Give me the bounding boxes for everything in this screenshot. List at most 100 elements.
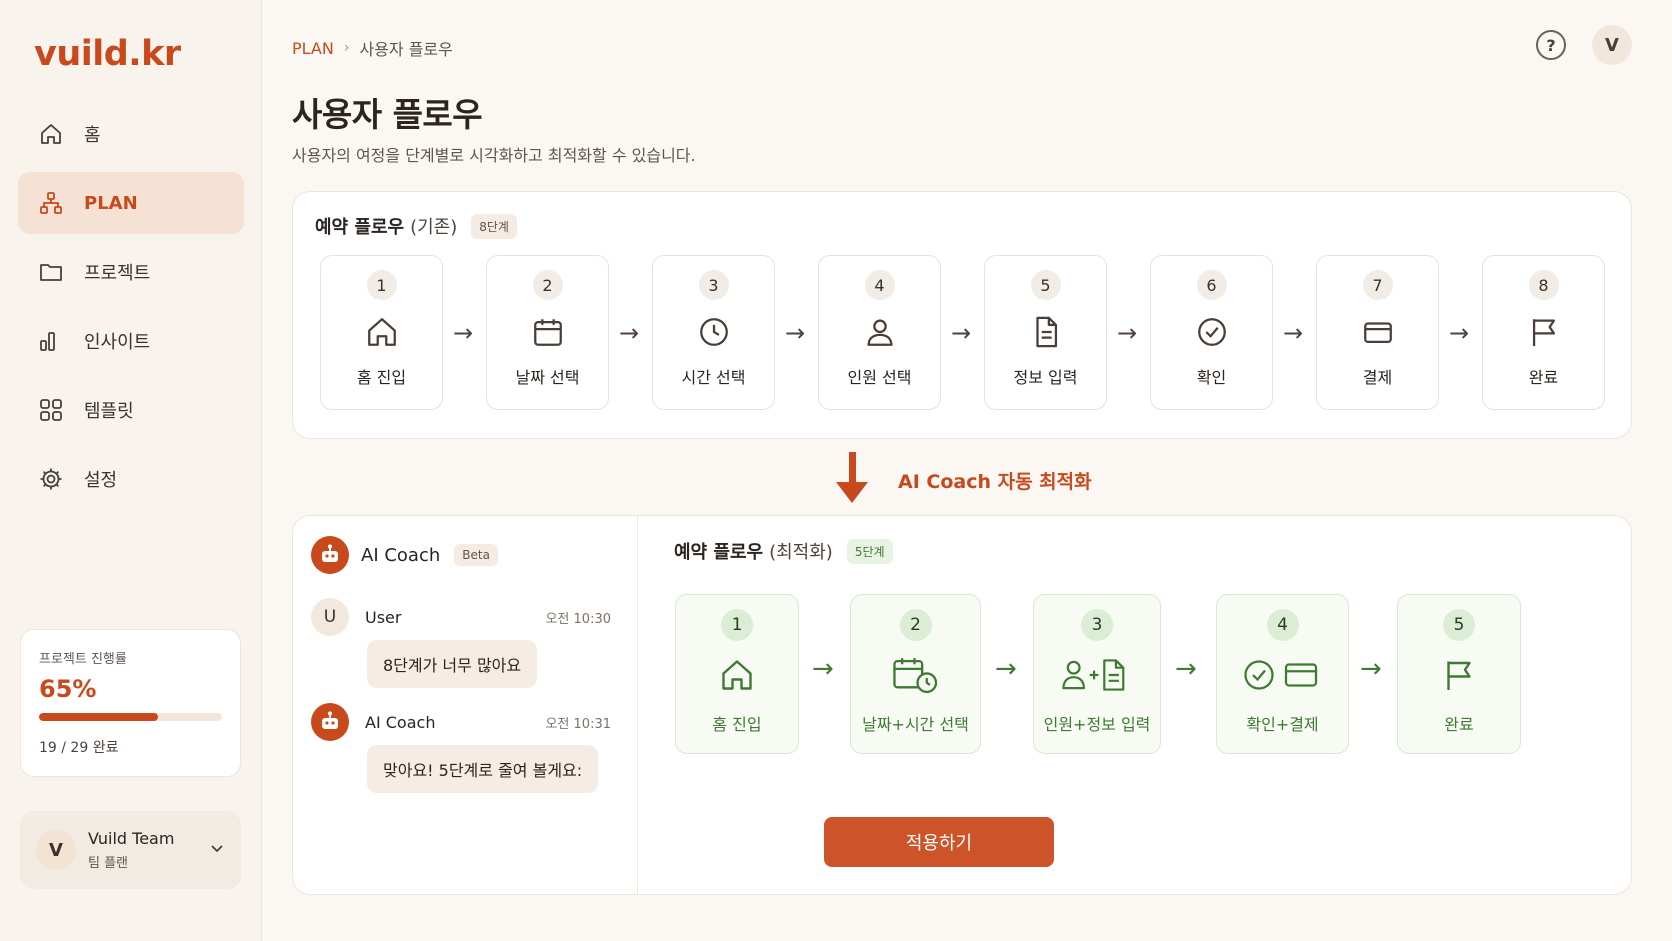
flow-qualifier: (최적화)	[769, 542, 833, 563]
step-number: 8	[1528, 270, 1559, 300]
optimized-step-2[interactable]: 2 날짜+시간 선택	[850, 594, 981, 754]
home-icon	[676, 653, 798, 697]
breadcrumb-root[interactable]: PLAN	[292, 39, 334, 58]
chat-message: U User 오전 10:30 8단계가 너무 많아요	[311, 598, 611, 688]
project-progress-card: 프로젝트 진행률 65% 19 / 29 완료	[20, 629, 241, 777]
sidebar-item-plan[interactable]: PLAN	[18, 172, 244, 234]
flow-qualifier: (기존)	[410, 217, 458, 238]
message-author: AI Coach	[365, 712, 436, 732]
step-label: 완료	[1528, 368, 1559, 387]
sidebar-item-projects[interactable]: 프로젝트	[18, 241, 244, 303]
flow-step-5[interactable]: 5 정보 입력	[984, 255, 1107, 410]
step-number: 4	[1266, 609, 1299, 641]
team-switcher[interactable]: V Vuild Team 팀 플랜	[20, 811, 241, 889]
step-label: 확인+결제	[1246, 715, 1319, 734]
user-avatar-button[interactable]: V	[1592, 25, 1632, 65]
robot-icon	[311, 536, 349, 574]
sidebar-item-templates[interactable]: 템플릿	[18, 379, 244, 441]
step-number: 2	[899, 609, 932, 641]
progress-value: 65%	[39, 675, 97, 703]
step-number: 5	[1443, 609, 1475, 641]
step-label: 완료	[1444, 715, 1474, 734]
step-label: 홈 진입	[712, 715, 762, 734]
message-time: 오전 10:31	[545, 716, 611, 732]
robot-icon	[311, 703, 349, 741]
check-circle-icon	[1151, 310, 1272, 354]
flow-step-6[interactable]: 6 확인	[1150, 255, 1273, 410]
step-number: 4	[864, 270, 895, 300]
optimize-banner: AI Coach 자동 최적화	[834, 452, 1092, 508]
coach-title: AI Coach	[361, 544, 441, 566]
flow-step-8[interactable]: 8 완료	[1482, 255, 1605, 410]
step-number: 5	[1030, 270, 1061, 300]
step-number: 6	[1196, 270, 1227, 300]
apply-button[interactable]: 적용하기	[824, 817, 1054, 867]
card-icon	[1317, 310, 1438, 354]
flow-step-1[interactable]: 1 홈 진입	[320, 255, 443, 410]
person-plus-document-icon	[1034, 653, 1160, 697]
message-author: User	[365, 607, 402, 627]
flow-step-3[interactable]: 3 시간 선택	[652, 255, 775, 410]
sidebar-item-label: 템플릿	[84, 401, 134, 422]
optimized-step-5[interactable]: 5 완료	[1397, 594, 1521, 754]
bar-chart-icon	[38, 328, 64, 354]
optimized-step-1[interactable]: 1 홈 진입	[675, 594, 799, 754]
progress-bar-fill	[39, 713, 158, 721]
step-number: 2	[532, 270, 563, 300]
flag-icon	[1398, 653, 1520, 697]
folder-icon	[38, 259, 64, 285]
sidebar-item-label: 인사이트	[84, 332, 151, 353]
person-icon	[819, 310, 940, 354]
document-icon	[985, 310, 1106, 354]
home-icon	[38, 121, 64, 147]
arrow-right-icon: →	[1283, 319, 1304, 347]
arrow-right-icon: →	[785, 319, 806, 347]
optimized-flow-pane: 예약 플로우 (최적화) 5단계 1 홈 진입 → 2 날짜+시간 선택 → 3…	[638, 516, 1633, 894]
calendar-icon	[487, 310, 608, 354]
flow-title: 예약 플로우	[674, 542, 764, 563]
sidebar-item-insights[interactable]: 인사이트	[18, 310, 244, 372]
team-name: Vuild Team	[88, 829, 175, 848]
sidebar-nav: 홈 PLAN 프로젝트 인사이트 템플릿 설정	[18, 103, 244, 517]
page-subtitle: 사용자의 여정을 단계별로 시각화하고 최적화할 수 있습니다.	[292, 146, 696, 165]
chevron-down-icon	[209, 840, 225, 860]
message-time: 오전 10:30	[545, 611, 611, 627]
step-number: 1	[366, 270, 397, 300]
arrow-right-icon: →	[1360, 654, 1382, 684]
sidebar-item-home[interactable]: 홈	[18, 103, 244, 165]
sidebar: vuild.kr 홈 PLAN 프로젝트 인사이트 템플릿 설정 프로젝트 진행…	[0, 0, 262, 941]
step-number: 1	[721, 609, 753, 641]
breadcrumb-current: 사용자 플로우	[359, 40, 453, 59]
sidebar-item-settings[interactable]: 설정	[18, 448, 244, 510]
message-bubble: 맞아요! 5단계로 줄여 볼게요:	[367, 745, 599, 793]
step-label: 확인	[1196, 368, 1227, 387]
arrow-right-icon: →	[995, 654, 1017, 684]
home-icon	[321, 310, 442, 354]
optimized-step-3[interactable]: 3 인원+정보 입력	[1033, 594, 1161, 754]
optimize-banner-text: AI Coach 자동 최적화	[898, 470, 1092, 493]
arrow-right-icon: →	[453, 319, 474, 347]
step-number: 3	[1081, 609, 1113, 641]
chat-message: AI Coach 오전 10:31 맞아요! 5단계로 줄여 볼게요:	[311, 703, 611, 793]
check-card-icon	[1217, 653, 1348, 697]
step-number: 7	[1362, 270, 1393, 300]
app-logo[interactable]: vuild.kr	[34, 34, 181, 74]
sidebar-item-label: PLAN	[84, 192, 138, 214]
arrow-right-icon: →	[1175, 654, 1197, 684]
step-count-badge: 5단계	[846, 538, 893, 564]
step-label: 날짜 선택	[515, 368, 580, 387]
chevron-right-icon: ›	[343, 40, 350, 56]
flow-step-4[interactable]: 4 인원 선택	[818, 255, 941, 410]
help-icon[interactable]: ?	[1536, 30, 1566, 60]
arrow-right-icon: →	[619, 319, 640, 347]
flow-step-7[interactable]: 7 결제	[1316, 255, 1439, 410]
optimized-step-4[interactable]: 4 확인+결제	[1216, 594, 1349, 754]
breadcrumb: PLAN › 사용자 플로우	[292, 36, 453, 60]
step-number: 3	[698, 270, 729, 300]
flow-title: 예약 플로우	[315, 217, 405, 238]
flow-step-2[interactable]: 2 날짜 선택	[486, 255, 609, 410]
main-content: PLAN › 사용자 플로우 ? V 사용자 플로우 사용자의 여정을 단계별로…	[262, 0, 1672, 941]
progress-bar	[39, 713, 222, 721]
optimization-card: AI Coach Beta U User 오전 10:30 8단계가 너무 많아…	[292, 515, 1632, 895]
arrow-down-icon	[834, 452, 870, 508]
